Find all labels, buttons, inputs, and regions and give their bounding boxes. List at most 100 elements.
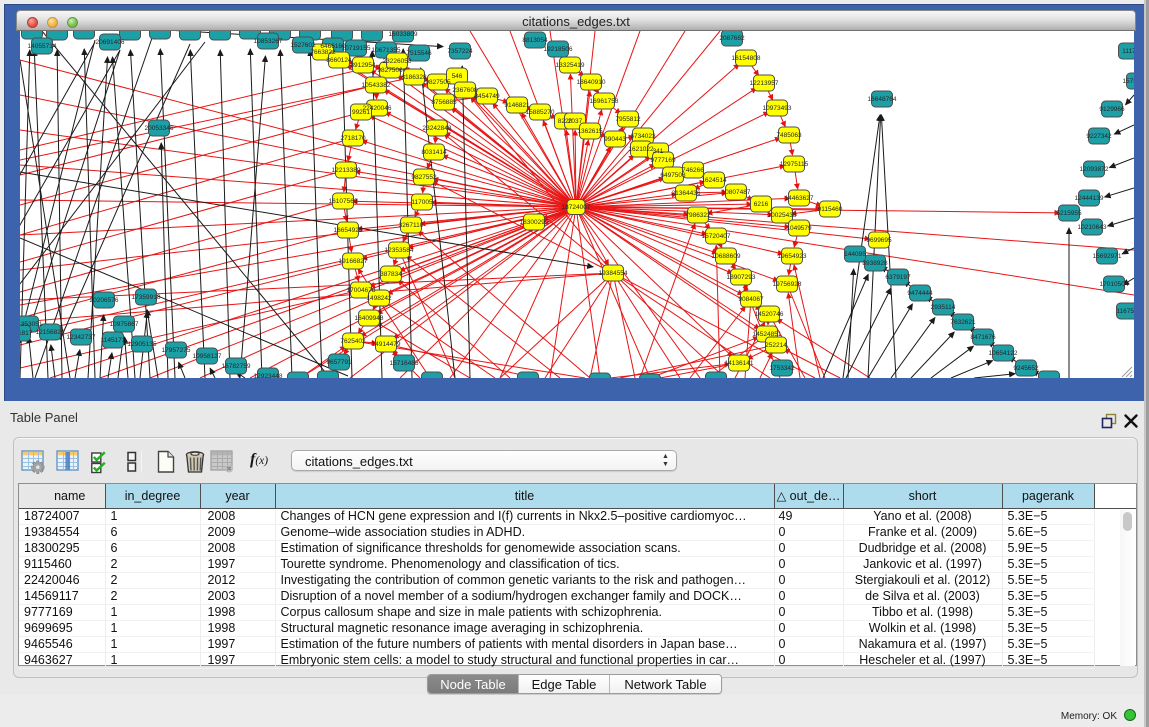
svg-text:1624514: 1624514 [701, 177, 727, 184]
svg-text:15885270: 15885270 [526, 109, 555, 116]
svg-text:8471676: 8471676 [970, 334, 996, 341]
svg-text:14914479: 14914479 [372, 341, 401, 348]
svg-text:23242848: 23242848 [423, 125, 452, 132]
svg-text:144095: 144095 [844, 251, 866, 258]
svg-text:14353051: 14353051 [20, 321, 43, 328]
svg-text:12213957: 12213957 [750, 80, 779, 87]
svg-text:9084067: 9084067 [738, 296, 764, 303]
svg-text:8031414: 8031414 [421, 149, 447, 156]
svg-text:99261: 99261 [352, 109, 370, 116]
svg-text:12975115: 12975115 [780, 161, 809, 168]
svg-text:9245652: 9245652 [1013, 365, 1039, 372]
svg-text:252214: 252214 [765, 342, 787, 349]
svg-text:20053346: 20053346 [145, 125, 174, 132]
svg-text:19384554: 19384554 [599, 270, 628, 277]
svg-text:12342737: 12342737 [67, 334, 96, 341]
svg-text:17010504: 17010504 [1100, 281, 1129, 288]
svg-text:9827552: 9827552 [411, 174, 437, 181]
svg-text:20691406: 20691406 [96, 39, 125, 46]
svg-text:10975867: 10975867 [110, 321, 139, 328]
svg-text:2718170: 2718170 [340, 135, 366, 142]
svg-text:16409948: 16409948 [355, 315, 384, 322]
svg-text:7357224: 7357224 [447, 48, 473, 55]
svg-text:3267110: 3267110 [399, 222, 424, 229]
svg-text:7632621: 7632621 [950, 319, 976, 326]
svg-text:10025438: 10025438 [768, 212, 797, 219]
svg-text:10543382: 10543382 [362, 82, 391, 89]
svg-text:9129966: 9129966 [1099, 106, 1125, 113]
svg-text:19756928: 19756928 [773, 281, 802, 288]
svg-text:6379197: 6379197 [885, 274, 911, 281]
svg-text:8912954: 8912954 [350, 62, 376, 69]
svg-text:19166827: 19166827 [339, 258, 368, 265]
svg-text:16654928: 16654928 [334, 227, 363, 234]
svg-text:19218506: 19218506 [544, 46, 573, 53]
svg-text:10654122: 10654122 [989, 350, 1018, 357]
svg-text:18724007: 18724007 [562, 204, 591, 211]
svg-text:1753342: 1753342 [769, 365, 795, 372]
svg-text:10210643: 10210643 [1078, 224, 1107, 231]
svg-text:21364436: 21364436 [672, 190, 701, 197]
svg-text:12156829: 12156829 [36, 329, 65, 336]
svg-text:1049579: 1049579 [786, 225, 812, 232]
svg-text:12923448: 12923448 [254, 373, 283, 378]
svg-text:20206576: 20206576 [90, 297, 119, 304]
svg-text:14463627: 14463627 [785, 195, 814, 202]
svg-text:7663822: 7663822 [310, 49, 336, 56]
svg-text:12353584: 12353584 [385, 247, 414, 254]
svg-text:15720407: 15720407 [702, 233, 731, 240]
svg-text:9227342: 9227342 [1086, 133, 1112, 140]
svg-text:6734023: 6734023 [630, 133, 656, 140]
svg-text:12213389: 12213389 [332, 167, 361, 174]
svg-text:116753: 116753 [1116, 308, 1134, 315]
svg-text:8756885: 8756885 [431, 99, 457, 106]
svg-text:9474444: 9474444 [907, 290, 933, 297]
svg-text:546: 546 [452, 73, 463, 80]
svg-text:19654923: 19654923 [778, 253, 807, 260]
svg-text:8938928: 8938928 [862, 260, 888, 267]
svg-text:990443: 990443 [604, 136, 626, 143]
svg-text:10853267: 10853267 [254, 38, 283, 45]
svg-text:2037: 2037 [568, 118, 583, 125]
svg-text:7515546: 7515546 [406, 50, 432, 57]
svg-text:16033809: 16033809 [389, 31, 418, 38]
svg-text:2935114: 2935114 [931, 304, 956, 311]
svg-text:6216: 6216 [754, 201, 769, 208]
svg-text:14520746: 14520746 [755, 311, 784, 318]
svg-text:9657791: 9657791 [326, 359, 352, 366]
svg-text:9777169: 9777169 [650, 157, 676, 164]
svg-text:7625402: 7625402 [340, 338, 366, 345]
svg-text:9146821: 9146821 [504, 102, 530, 109]
svg-text:8660124: 8660124 [326, 57, 352, 64]
svg-text:16648764: 16648764 [868, 96, 897, 103]
svg-text:12093872: 12093872 [1080, 166, 1109, 173]
svg-text:7986322: 7986322 [685, 212, 711, 219]
svg-text:17004678: 17004678 [347, 287, 376, 294]
svg-text:1498242: 1498242 [366, 295, 392, 302]
svg-text:7485063: 7485063 [776, 132, 802, 139]
svg-text:12905135: 12905135 [128, 341, 157, 348]
svg-text:117005: 117005 [411, 199, 433, 206]
svg-text:15716485: 15716485 [390, 360, 419, 367]
svg-text:10807487: 10807487 [722, 189, 751, 196]
svg-text:16782759: 16782759 [222, 363, 251, 370]
svg-text:15751074: 15751074 [1123, 78, 1134, 85]
svg-text:746266: 746266 [682, 167, 704, 174]
svg-text:14524851: 14524851 [753, 331, 782, 338]
svg-text:9699695: 9699695 [866, 237, 892, 244]
svg-text:10973493: 10973493 [763, 105, 792, 112]
svg-text:16107563: 16107563 [329, 198, 358, 205]
svg-text:9115460: 9115460 [818, 206, 843, 213]
svg-text:387834: 387834 [380, 271, 402, 278]
svg-text:8186328: 8186328 [401, 74, 427, 81]
svg-text:5215955: 5215955 [1056, 210, 1082, 217]
svg-text:1362615: 1362615 [577, 128, 603, 135]
svg-text:15692971: 15692971 [1093, 253, 1122, 260]
svg-text:1145171: 1145171 [101, 337, 126, 344]
svg-text:17359918: 17359918 [132, 294, 161, 301]
svg-text:23226058: 23226058 [383, 58, 412, 65]
svg-text:10688609: 10688609 [712, 253, 741, 260]
svg-text:9827505: 9827505 [425, 79, 451, 86]
svg-text:13325419: 13325419 [556, 62, 585, 69]
svg-text:1527602: 1527602 [290, 42, 316, 49]
